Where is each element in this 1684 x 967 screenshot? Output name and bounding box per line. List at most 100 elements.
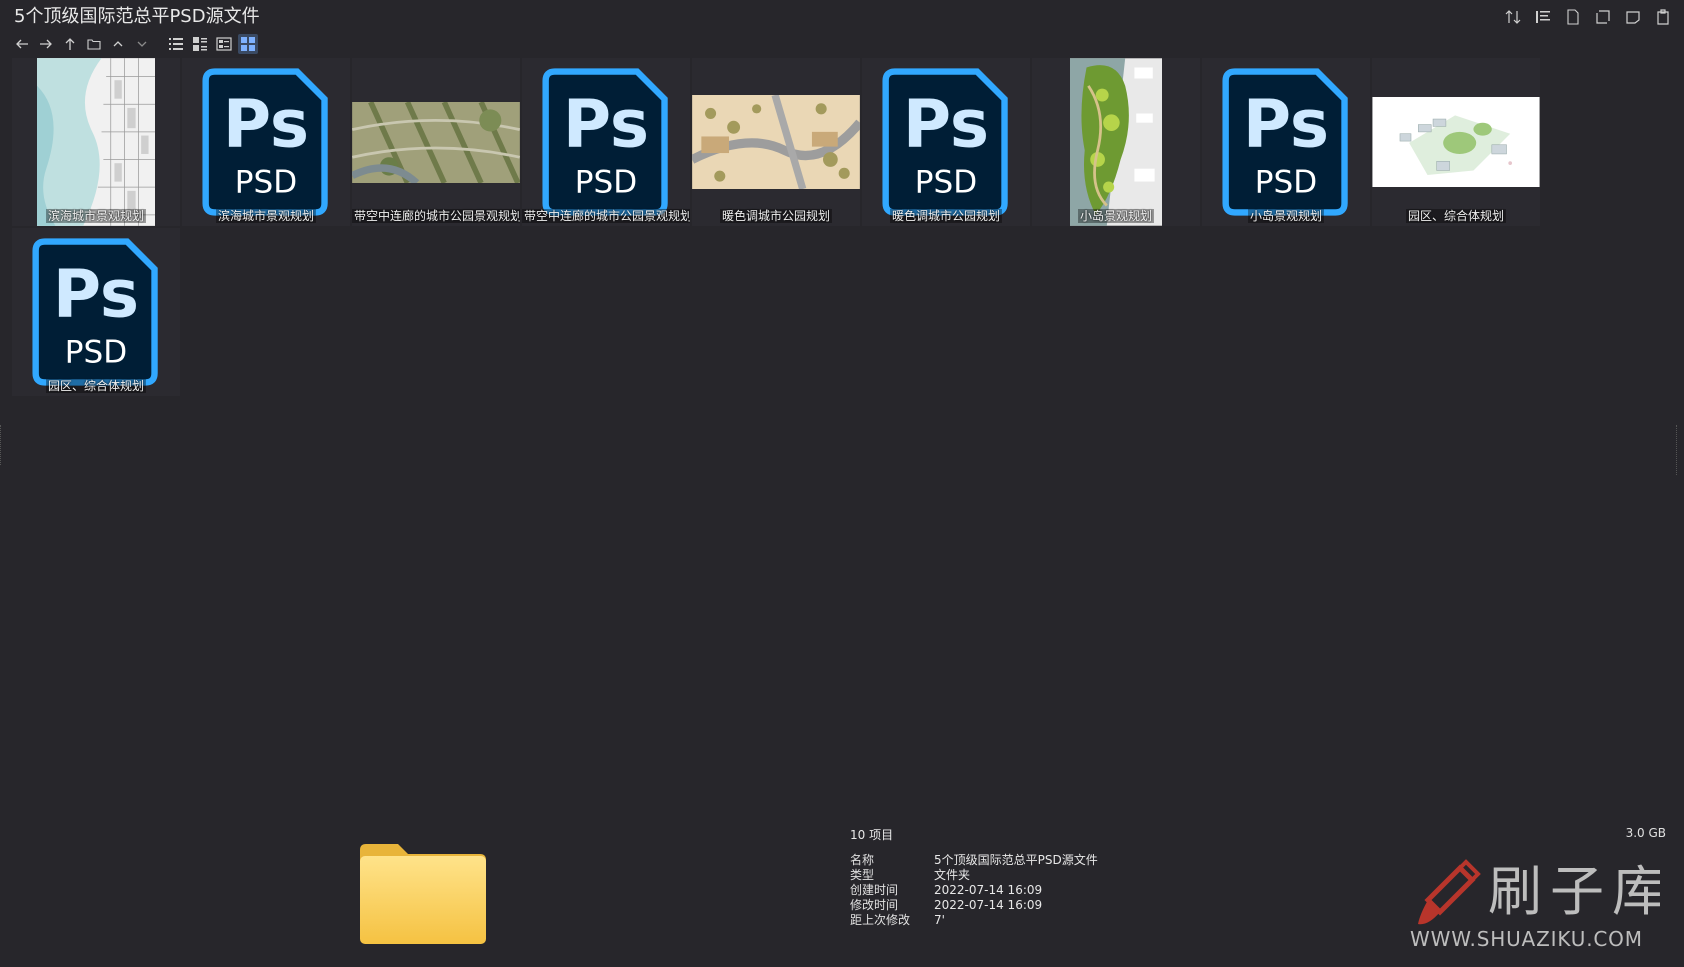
file-name-text: 园区、综合体规划	[1405, 209, 1506, 223]
file-item[interactable]: 小岛景观规划	[1032, 58, 1200, 226]
file-item[interactable]: 带空中连廊的城市公园景观规划	[352, 58, 520, 226]
top-right-toolbar	[1502, 6, 1674, 28]
svg-text:Ps: Ps	[563, 86, 649, 163]
file-thumbnail	[12, 58, 180, 226]
total-size: 3.0 GB	[1625, 826, 1666, 840]
chevron-up-icon[interactable]	[108, 34, 128, 54]
item-count: 10 项目	[850, 828, 894, 842]
file-name: 暖色调城市公园规划	[862, 207, 1030, 224]
file-name: 小岛景观规划	[1202, 207, 1370, 224]
details-table: 名称 5个顶级国际范总平PSD源文件类型 文件夹创建时间 2022-07-14 16:…	[850, 853, 1098, 928]
forward-arrow-icon[interactable]	[36, 34, 56, 54]
details-key: 名称	[850, 853, 875, 867]
svg-text:PSD: PSD	[575, 164, 637, 200]
file-name-text: 小岛景观规划	[1077, 209, 1154, 223]
file-thumbnail: Ps PSD	[522, 58, 690, 226]
file-item[interactable]: Ps PSD 园区、综合体规划	[12, 228, 180, 396]
file-name: 暖色调城市公园规划	[692, 207, 860, 224]
details-row: 名称 5个顶级国际范总平PSD源文件	[850, 853, 1098, 868]
details-view-icon[interactable]	[190, 34, 210, 54]
svg-text:Ps: Ps	[903, 86, 989, 163]
file-thumbnail	[692, 58, 860, 226]
up-arrow-icon[interactable]	[60, 34, 80, 54]
file-item[interactable]: Ps PSD 滨海城市景观规划	[182, 58, 350, 226]
details-value: 2022-07-14 16:09	[934, 898, 1043, 912]
details-panel: 10 项目 名称 5个顶级国际范总平PSD源文件类型 文件夹创建时间 2022-07-…	[850, 826, 1098, 928]
details-row: 距上次修改 7'	[850, 913, 1098, 928]
file-name: 园区、综合体规划	[1372, 207, 1540, 224]
photoshop-file-icon: PsPSD	[202, 68, 328, 216]
file-name: 滨海城市景观规划	[12, 207, 180, 224]
clipboard-icon[interactable]	[1652, 6, 1674, 28]
group-icon[interactable]	[1532, 6, 1554, 28]
photoshop-file-icon: PsPSD	[1222, 68, 1348, 216]
file-name: 小岛景观规划	[1032, 207, 1200, 224]
details-row: 创建时间 2022-07-14 16:09	[850, 883, 1098, 898]
file-name: 带空中连廊的城市公园景观规划	[352, 207, 520, 224]
panel-icon[interactable]	[1622, 6, 1644, 28]
file-name-text: 滨海城市景观规划	[215, 209, 316, 223]
file-name-text: 园区、综合体规划	[45, 379, 146, 393]
photoshop-file-icon: PsPSD	[542, 68, 668, 216]
watermark-cn: 刷子库	[1488, 860, 1660, 923]
coastal-map-thumbnail	[37, 58, 155, 226]
large-folder-icon	[358, 842, 488, 950]
file-name-text: 带空中连廊的城市公园景观规划	[352, 209, 520, 223]
file-name-text: 滨海城市景观规划	[45, 209, 146, 223]
warm-park-thumbnail	[692, 95, 860, 189]
file-item[interactable]: Ps PSD 暖色调城市公园规划	[862, 58, 1030, 226]
expand-icon[interactable]	[1592, 6, 1614, 28]
details-value: 5个顶级国际范总平PSD源文件	[934, 853, 1098, 867]
file-thumbnail: Ps PSD	[12, 228, 180, 396]
watermark: 刷子库 WWW.SHUAZIKU.COM	[1410, 848, 1666, 962]
file-name-text: 暖色调城市公园规划	[719, 209, 832, 223]
file-thumbnail	[1032, 58, 1200, 226]
svg-text:PSD: PSD	[235, 164, 297, 200]
details-row: 类型 文件夹	[850, 868, 1098, 883]
details-value: 2022-07-14 16:09	[934, 883, 1043, 897]
nav-toolbar	[12, 34, 258, 54]
right-resize-handle[interactable]	[1676, 425, 1680, 475]
campus-thumbnail	[1372, 97, 1540, 187]
folder-icon[interactable]	[84, 34, 104, 54]
svg-text:PSD: PSD	[1255, 164, 1317, 200]
file-thumbnail	[352, 58, 520, 226]
list-view-icon[interactable]	[166, 34, 186, 54]
new-file-icon[interactable]	[1562, 6, 1584, 28]
watermark-url: WWW.SHUAZIKU.COM	[1410, 927, 1642, 951]
details-value: 文件夹	[934, 868, 971, 882]
thumbnails-view-icon[interactable]	[238, 34, 258, 54]
file-item[interactable]: 暖色调城市公园规划	[692, 58, 860, 226]
details-key: 创建时间	[850, 883, 899, 897]
file-item[interactable]: 园区、综合体规划	[1372, 58, 1540, 226]
file-name: 带空中连廊的城市公园景观规划	[522, 207, 690, 224]
details-value: 7'	[934, 913, 945, 927]
chevron-down-icon[interactable]	[132, 34, 152, 54]
details-key: 修改时间	[850, 898, 899, 912]
park-aerial-thumbnail	[352, 101, 520, 183]
svg-text:PSD: PSD	[915, 164, 977, 200]
photoshop-file-icon: PsPSD	[882, 68, 1008, 216]
file-item[interactable]: Ps PSD 小岛景观规划	[1202, 58, 1370, 226]
brush-logo-icon	[1418, 859, 1481, 925]
file-name: 园区、综合体规划	[12, 377, 180, 394]
file-name-text: 暖色调城市公园规划	[889, 209, 1002, 223]
island-thumbnail	[1070, 58, 1162, 226]
window-title: 5个顶级国际范总平PSD源文件	[14, 6, 260, 27]
svg-text:Ps: Ps	[223, 86, 309, 163]
file-item[interactable]: 滨海城市景观规划	[12, 58, 180, 226]
file-name-text: 带空中连廊的城市公园景观规划	[522, 209, 690, 223]
file-item[interactable]: Ps PSD 带空中连廊的城市公园景观规划	[522, 58, 690, 226]
details-row: 修改时间 2022-07-14 16:09	[850, 898, 1098, 913]
file-thumbnail: Ps PSD	[862, 58, 1030, 226]
back-arrow-icon[interactable]	[12, 34, 32, 54]
details-key: 距上次修改	[850, 913, 911, 927]
details-key: 类型	[850, 868, 875, 882]
sort-icon[interactable]	[1502, 6, 1524, 28]
file-thumbnail: Ps PSD	[182, 58, 350, 226]
left-resize-handle[interactable]	[0, 425, 4, 465]
tiles-view-icon[interactable]	[214, 34, 234, 54]
svg-text:Ps: Ps	[1243, 86, 1329, 163]
file-name-text: 小岛景观规划	[1247, 209, 1324, 223]
file-thumbnail: Ps PSD	[1202, 58, 1370, 226]
